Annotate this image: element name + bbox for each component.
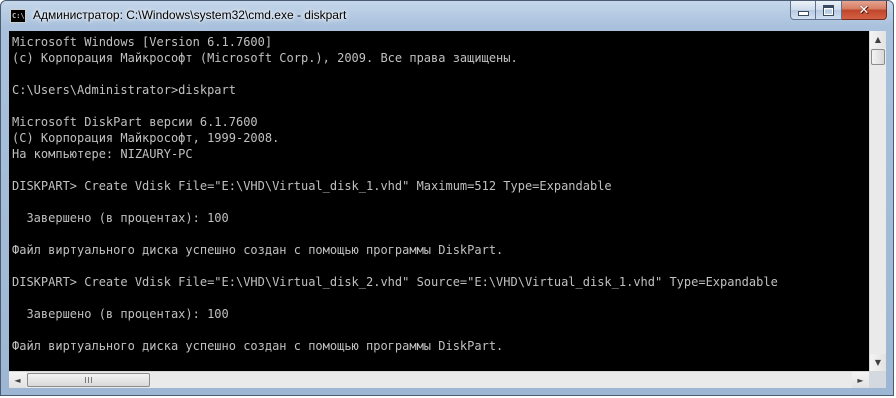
caption-buttons: ✕ [790, 1, 887, 21]
console-line: (C) Корпорация Майкрософт, 1999-2008. [12, 131, 280, 145]
close-button[interactable]: ✕ [842, 1, 887, 20]
console-line: Завершено (в процентах): 100 [12, 307, 229, 321]
console-line: Завершено (в процентах): 100 [12, 211, 229, 225]
title-bar[interactable]: C:\. Администратор: C:\Windows\system32\… [1, 1, 893, 31]
scroll-up-arrow-icon[interactable]: ▲ [870, 31, 886, 48]
console-text: Microsoft Windows [Version 6.1.7600] (c) … [9, 31, 869, 370]
console-line: Microsoft DiskPart версии 6.1.7600 [12, 115, 258, 129]
maximize-button[interactable] [816, 1, 842, 20]
scroll-down-arrow-icon[interactable]: ▼ [870, 354, 886, 371]
minimize-icon [797, 10, 809, 16]
maximize-icon [823, 4, 834, 16]
vertical-scrollbar[interactable]: ▲ ▼ [869, 31, 886, 371]
console-output[interactable]: Microsoft Windows [Version 6.1.7600] (c) … [9, 31, 869, 371]
vertical-scroll-thumb[interactable] [871, 49, 885, 65]
console-line: DISKPART> Create Vdisk File="E:\VHD\Virt… [12, 179, 612, 193]
scroll-left-arrow-icon[interactable]: ◄ [9, 372, 26, 388]
horizontal-scroll-thumb[interactable] [27, 373, 150, 387]
console-line: Файл виртуального диска успешно создан с… [12, 339, 504, 353]
scroll-grip-icon [84, 377, 93, 383]
close-icon: ✕ [858, 2, 870, 18]
cmd-app-icon[interactable]: C:\. [10, 9, 29, 23]
console-line: C:\Users\Administrator>diskpart [12, 83, 236, 97]
minimize-button[interactable] [790, 1, 816, 20]
console-line: DISKPART> Create Vdisk File="E:\VHD\Virt… [12, 275, 778, 289]
console-line: (c) Корпорация Майкрософт (Microsoft Cor… [12, 51, 518, 65]
cmd-window: C:\. Администратор: C:\Windows\system32\… [0, 0, 894, 396]
console-line: Файл виртуального диска успешно создан с… [12, 243, 504, 257]
console-line: Microsoft Windows [Version 6.1.7600] [12, 35, 273, 49]
scroll-right-arrow-icon[interactable]: ► [852, 372, 869, 388]
horizontal-scrollbar[interactable]: ◄ ► [9, 371, 869, 388]
console-line: На компьютере: NIZAURY-PC [12, 147, 193, 161]
scrollbar-corner [869, 371, 886, 388]
window-title: Администратор: C:\Windows\system32\cmd.e… [33, 8, 347, 22]
